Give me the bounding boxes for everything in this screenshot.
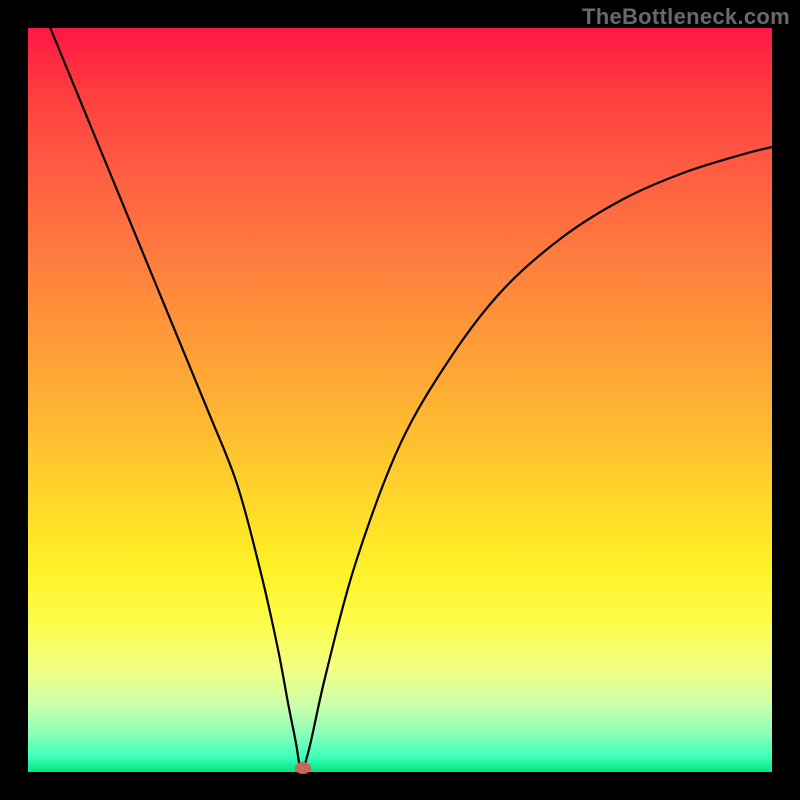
watermark-text: TheBottleneck.com: [582, 4, 790, 30]
minimum-marker: [295, 762, 311, 774]
plot-area: [28, 28, 772, 772]
chart-frame: TheBottleneck.com: [0, 0, 800, 800]
bottleneck-curve: [28, 28, 772, 772]
